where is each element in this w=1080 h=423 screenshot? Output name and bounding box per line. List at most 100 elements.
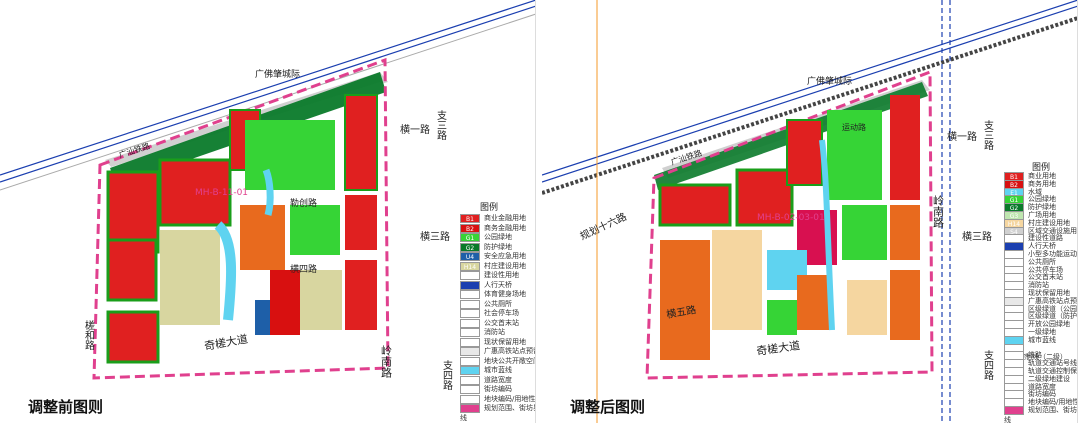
legend-label: 消防站 xyxy=(1028,281,1049,290)
legend-swatch xyxy=(460,318,480,328)
block-b xyxy=(797,275,832,330)
legend-swatch xyxy=(460,309,480,318)
block-b xyxy=(660,240,710,360)
legend-label: 商业用地 xyxy=(1028,172,1056,180)
block-h14 xyxy=(160,230,220,325)
legend-swatch xyxy=(460,299,480,309)
legend-label: 轨道交通站号线 xyxy=(1028,359,1077,368)
legend-swatch xyxy=(460,347,480,356)
legend-item: 城市蓝线 xyxy=(460,366,535,376)
zone-code: MH-B-02-03-01 xyxy=(757,213,825,223)
block-h14 xyxy=(712,230,762,330)
plan-map-before: 广佛肇城际 广汕铁路 横一路 横三路 横四路 奇槎大道 勒创路 支三路 支四路 … xyxy=(0,0,535,391)
legend-label: 街坊编码 xyxy=(484,385,512,393)
legend-swatch: G1 xyxy=(460,233,480,242)
road-label: 支三路 xyxy=(435,110,447,141)
legend-swatch: H14 xyxy=(460,261,480,271)
legend-item: 体育健身场地 xyxy=(460,290,535,300)
legend-swatch xyxy=(460,404,480,413)
legend-swatch xyxy=(460,328,480,337)
road-label: 支四路 xyxy=(982,350,994,381)
road-label: 奇槎大道 xyxy=(203,332,249,353)
road-label: 岭南路 xyxy=(932,194,945,229)
road-label: 支四路 xyxy=(441,360,453,391)
legend-label: 城市蓝线 xyxy=(1028,335,1056,344)
legend-label: 城市蓝线 xyxy=(484,366,512,374)
legend-label: 公共厕所 xyxy=(484,299,512,308)
block-b xyxy=(345,260,377,330)
legend-item: 街坊编码 xyxy=(460,385,535,395)
legend-label: 地块编码/用地性质 xyxy=(1028,398,1077,407)
block-g1 xyxy=(842,205,887,260)
legend-label: 道路宽度 xyxy=(484,375,512,384)
block-b2 xyxy=(240,205,285,270)
legend-label: 建设性用地 xyxy=(484,271,519,279)
legend-title: 图例 xyxy=(480,203,499,213)
legend-swatch: B1 xyxy=(460,214,480,223)
road-label: 横四路 xyxy=(290,263,317,275)
legend-label: 防护绿地 xyxy=(484,242,512,251)
legend-label: 公园绿地 xyxy=(484,233,512,241)
block-b xyxy=(658,183,732,227)
block-b xyxy=(786,119,823,186)
legend-label: 现状保留用地 xyxy=(484,337,526,346)
block-b2 xyxy=(270,270,300,335)
block-b xyxy=(106,238,158,302)
legend-label: 防护绿地 xyxy=(1028,203,1056,212)
legend-swatch xyxy=(460,337,480,347)
block-g1 xyxy=(290,205,340,255)
legend-label: 商务用地 xyxy=(1028,179,1056,188)
legend-label: 二级绿地建设 xyxy=(1028,374,1070,383)
legend-label: 商业金融用地 xyxy=(484,214,526,222)
legend-label: 公共厕所 xyxy=(1028,257,1056,266)
road-label: 横一路 xyxy=(400,123,430,136)
legend-item: H14 村庄建设用地 xyxy=(460,261,535,272)
legend-item: 社会停车场 xyxy=(460,309,535,319)
legend-label: 人行天桥 xyxy=(1028,242,1056,251)
legend-item: 地块编码/用地性质 xyxy=(460,394,535,405)
block-b xyxy=(890,270,920,340)
road-label: 岭南路 xyxy=(380,344,393,379)
legend-label: 地块公共开敞空间 xyxy=(484,356,536,365)
block-b xyxy=(345,195,377,250)
legend-item: 规划范围、街坊界线 xyxy=(460,404,535,423)
legend-swatch xyxy=(460,356,480,366)
legend-item: 消防站 xyxy=(460,328,535,338)
legend-item: G1 公园绿地 xyxy=(460,233,535,243)
block-b xyxy=(344,94,378,191)
legend-label: 现状保留用地 xyxy=(1028,289,1070,297)
block-b xyxy=(890,95,920,200)
legend-swatch xyxy=(460,271,480,280)
road-label: 横三路 xyxy=(962,230,992,243)
legend-label: 村庄建设用地 xyxy=(484,261,526,270)
legend-item: B1 商业金融用地 xyxy=(460,214,535,224)
legend-item: 规划范围、街坊界线 xyxy=(1004,406,1077,423)
legend-swatch: B2 xyxy=(460,223,480,233)
road-label: 规划十六路 xyxy=(578,210,629,243)
legend-swatch xyxy=(460,366,480,375)
legend-item: 公共厕所 xyxy=(460,299,535,310)
map-panel-before: 广佛肇城际 广汕铁路 横一路 横三路 横四路 奇槎大道 勒创路 支三路 支四路 … xyxy=(0,0,536,423)
zone-code: MH-B-11-01 xyxy=(195,188,248,198)
road-label: 勒创路 xyxy=(290,197,317,209)
caption: 调整后图则 xyxy=(570,398,646,416)
legend-label: 消防站 xyxy=(484,328,505,336)
legend-item: 人行天桥 xyxy=(460,280,535,291)
legend-swatch xyxy=(1004,406,1024,415)
road-label: 横一路 xyxy=(947,130,977,143)
block-g1 xyxy=(245,120,335,190)
map-panel-after: 广佛肇城际 广汕铁路 横一路 横三路 横五路 奇槎大道 规划十六路 支三路 支四… xyxy=(542,0,1078,423)
legend-swatch xyxy=(460,290,480,299)
rail-label: 广佛肇城际 xyxy=(807,75,852,87)
block-b xyxy=(106,310,160,364)
legend-item: 地块公共开敞空间 xyxy=(460,356,536,367)
legend-item: 现状保留用地 xyxy=(460,337,535,348)
road-label: 支三路 xyxy=(982,120,994,151)
legend-swatch xyxy=(460,280,480,290)
legend-label: 公交首末站 xyxy=(484,318,519,327)
road-label: 槎和路 xyxy=(83,319,95,351)
legend-label: 一级绿地 xyxy=(1028,328,1056,336)
rail-label: 广佛肇城际 xyxy=(255,68,300,80)
legend-swatch xyxy=(460,375,480,385)
legend-item: U4 安全应急用地 xyxy=(460,252,535,262)
